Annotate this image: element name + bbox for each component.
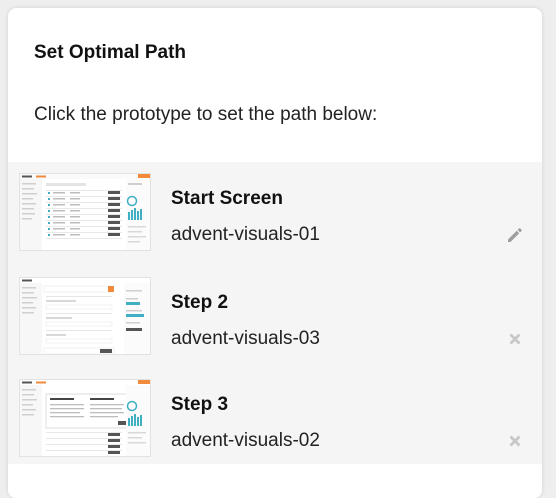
pencil-icon [506, 226, 524, 249]
remove-step-button[interactable] [504, 432, 526, 454]
step-name: Start Screen [171, 188, 283, 209]
panel-footer [8, 464, 542, 498]
path-step-2[interactable]: Step 2 advent-visuals-03 [8, 266, 542, 366]
step-name: Step 2 [171, 292, 229, 313]
remove-icon [506, 330, 524, 353]
step-thumbnail[interactable] [19, 379, 151, 457]
path-step-3[interactable]: Step 3 advent-visuals-02 [8, 368, 542, 468]
modal-thumbnail-image [20, 380, 150, 456]
remove-icon [506, 432, 524, 455]
path-step-start-screen[interactable]: Start Screen advent-visuals-01 [8, 162, 542, 262]
remove-step-button[interactable] [504, 330, 526, 352]
step-screen-name: advent-visuals-01 [171, 224, 320, 245]
dashboard-thumbnail-image [20, 174, 150, 250]
step-screen-name: advent-visuals-02 [171, 430, 320, 451]
panel-title: Set Optimal Path [34, 42, 187, 63]
panel-instruction: Click the prototype to set the path belo… [34, 104, 378, 125]
step-name: Step 3 [171, 394, 229, 415]
path-steps-list: Start Screen advent-visuals-01 Step 2 ad… [8, 162, 542, 464]
step-thumbnail[interactable] [19, 277, 151, 355]
step-screen-name: advent-visuals-03 [171, 328, 320, 349]
step-thumbnail[interactable] [19, 173, 151, 251]
form-thumbnail-image [20, 278, 150, 354]
optimal-path-panel: Set Optimal Path Click the prototype to … [8, 8, 542, 498]
edit-step-button[interactable] [504, 226, 526, 248]
